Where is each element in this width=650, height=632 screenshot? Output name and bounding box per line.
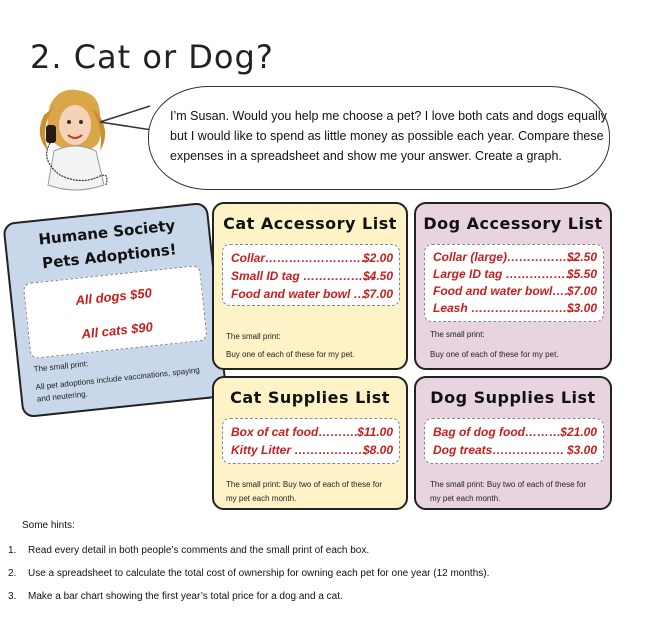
hints-label: Some hints:	[22, 520, 75, 531]
cat-accessory-item: Collar……………………… $2.00	[231, 251, 393, 265]
dog-supplies-small-1: The small print: Buy two of each of thes…	[430, 480, 587, 489]
humane-society-card: Humane Society Pets Adoptions! All dogs …	[2, 201, 228, 419]
cat-supplies-title: Cat Supplies List	[230, 388, 390, 407]
cat-accessory-list: Collar……………………… $2.00 Small ID tag …………………	[222, 244, 400, 306]
speech-line: expenses in a spreadsheet and show me yo…	[170, 149, 562, 163]
hint-text: Read every detail in both people’s comme…	[28, 545, 370, 556]
dog-accessory-item: Food and water bowl…. $7.00	[433, 284, 597, 298]
dog-accessory-list: Collar (large)……………… $2.50 Large ID tag ……	[424, 244, 604, 322]
hint-item: 3. Make a bar chart showing the first yea…	[8, 591, 343, 602]
hint-text: Use a spreadsheet to calculate the total…	[28, 568, 490, 579]
dog-accessory-item: Large ID tag ……………… $5.50	[433, 267, 597, 281]
humane-small-text-2: and neutering.	[36, 389, 89, 404]
dog-accessory-small-label: The small print:	[430, 330, 485, 339]
hint-text: Make a bar chart showing the first year’…	[28, 591, 343, 602]
cat-supplies-item: Box of cat food………. $11.00	[231, 425, 393, 439]
item-name: Dog treats………………	[433, 443, 565, 457]
humane-dog-price: All dogs $50	[74, 285, 153, 309]
item-price: $7.00	[362, 287, 393, 301]
cat-accessory-title: Cat Accessory List	[223, 214, 397, 233]
item-name: Leash ………………………	[433, 301, 580, 315]
cat-supplies-card: Cat Supplies List Box of cat food………. $11…	[212, 376, 408, 510]
cat-accessory-card: Cat Accessory List Collar……………………… $2.00 …	[212, 202, 408, 370]
dog-accessory-card: Dog Accessory List Collar (large)……………… $…	[414, 202, 612, 370]
dog-supplies-title: Dog Supplies List	[430, 388, 596, 407]
item-name: Box of cat food……….	[231, 425, 358, 439]
hint-item: 2. Use a spreadsheet to calculate the tot…	[8, 568, 490, 579]
item-name: Large ID tag ………………	[433, 267, 578, 281]
cat-supplies-small-1: The small print: Buy two of each of thes…	[226, 480, 383, 489]
dog-accessory-small-text: Buy one of each of these for my pet.	[430, 350, 559, 359]
dog-supplies-list: Bag of dog food……… $21.00 Dog treats………………	[424, 418, 604, 464]
dog-supplies-small-2: my pet each month.	[430, 494, 501, 503]
dog-supplies-item: Bag of dog food……… $21.00	[433, 425, 597, 439]
item-price: $21.00	[560, 425, 597, 439]
hint-item: 1. Read every detail in both people’s com…	[8, 545, 370, 556]
item-name: Bag of dog food………	[433, 425, 561, 439]
cat-supplies-item: Kitty Litter ……………… $8.00	[231, 443, 393, 457]
hint-number: 3.	[8, 591, 17, 602]
hint-number: 1.	[8, 545, 17, 556]
humane-cat-price: All cats $90	[80, 319, 154, 342]
item-price: $5.50	[566, 267, 597, 281]
item-price: $3.00	[566, 301, 597, 315]
item-name: Kitty Litter ………………	[231, 443, 367, 457]
cat-supplies-list: Box of cat food………. $11.00 Kitty Litter ……	[222, 418, 400, 464]
dog-accessory-title: Dog Accessory List	[423, 214, 603, 233]
dog-supplies-item: Dog treats……………… $3.00	[433, 443, 597, 457]
cat-accessory-item: Small ID tag ……………… $4.50	[231, 269, 393, 283]
item-name: Collar (large)………………	[433, 250, 580, 264]
item-name: Food and water bowl….	[433, 284, 568, 298]
dog-accessory-item: Leash ……………………… $3.00	[433, 301, 597, 315]
cat-accessory-small-label: The small print:	[226, 332, 281, 341]
item-price: $4.50	[362, 269, 393, 283]
hint-number: 2.	[8, 568, 17, 579]
cat-accessory-item: Food and water bowl … $7.00	[231, 287, 393, 301]
speech-text: I’m Susan. Would you help me choose a pe…	[170, 106, 610, 166]
dog-supplies-card: Dog Supplies List Bag of dog food……… $21.…	[414, 376, 612, 510]
cat-accessory-small-text: Buy one of each of these for my pet.	[226, 350, 355, 359]
item-price: $3.00	[566, 443, 597, 457]
page-title: 2. Cat or Dog?	[30, 38, 274, 76]
item-price: $7.00	[566, 284, 597, 298]
speech-line: I’m Susan. Would you help me choose a pe…	[170, 109, 607, 123]
item-price: $8.00	[362, 443, 393, 457]
speech-line: but I would like to spend as little mone…	[170, 129, 604, 143]
item-price: $11.00	[357, 425, 393, 439]
dog-accessory-item: Collar (large)……………… $2.50	[433, 250, 597, 264]
humane-small-label: The small print:	[33, 359, 89, 374]
item-price: $2.50	[566, 250, 597, 264]
humane-prices-box: All dogs $50 All cats $90	[22, 264, 208, 360]
item-name: Food and water bowl …	[231, 287, 366, 301]
item-name: Collar………………………	[231, 251, 374, 265]
item-price: $2.00	[362, 251, 393, 265]
cat-supplies-small-2: my pet each month.	[226, 494, 297, 503]
item-name: Small ID tag ………………	[231, 269, 376, 283]
